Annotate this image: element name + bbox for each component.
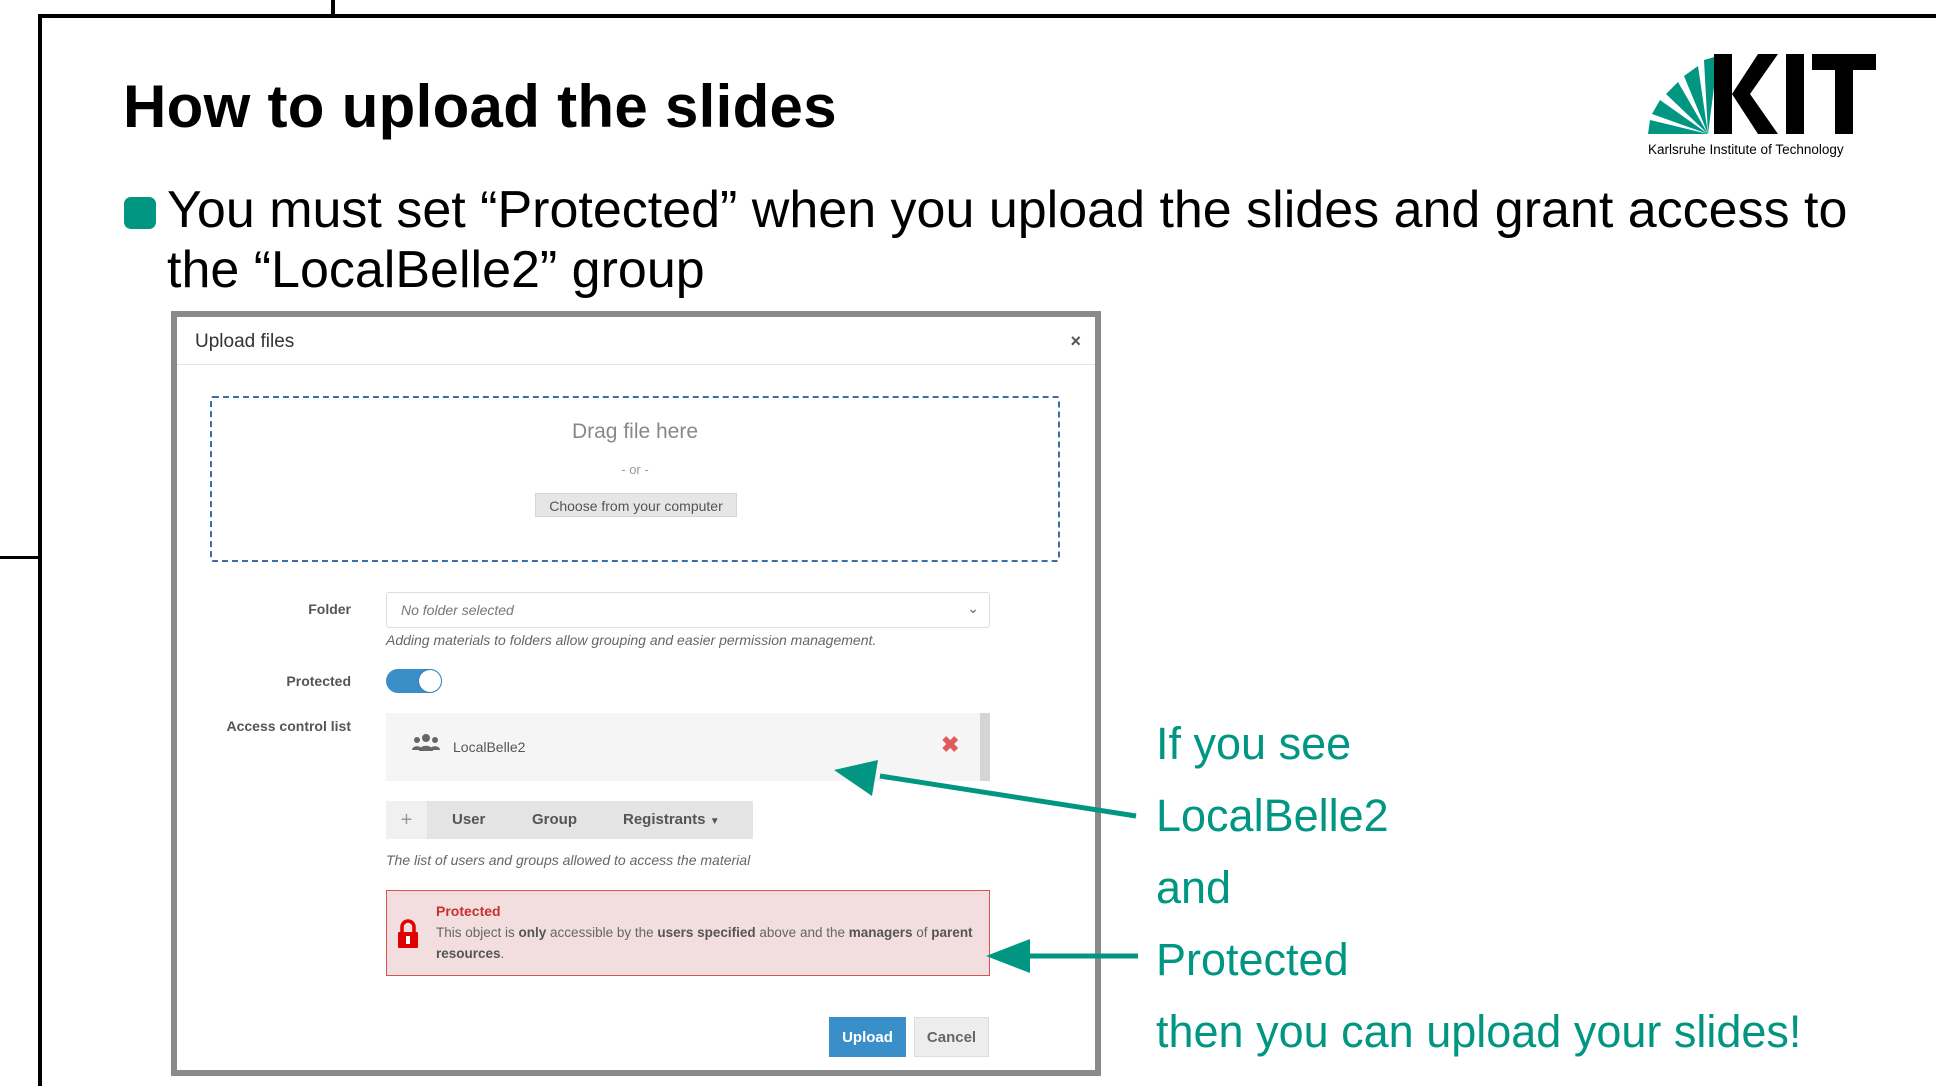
add-group-button[interactable]: Group bbox=[532, 801, 577, 839]
frame-left-line bbox=[38, 14, 42, 1086]
slide-title: How to upload the slides bbox=[123, 73, 837, 140]
dialog-screenshot-frame: Upload files × Drag file here - or - Cho… bbox=[171, 311, 1101, 1076]
dialog-header: Upload files × bbox=[177, 317, 1095, 365]
frame-top-line bbox=[38, 14, 1936, 18]
protected-toggle[interactable] bbox=[386, 669, 442, 693]
acl-help-text: The list of users and groups allowed to … bbox=[386, 852, 751, 868]
folder-select[interactable]: No folder selected ⌄ bbox=[386, 592, 990, 628]
protected-alert: Protected This object is only accessible… bbox=[386, 890, 990, 976]
dropzone-title: Drag file here bbox=[571, 420, 699, 443]
bullet-text: You must set “Protected” when you upload… bbox=[167, 181, 1848, 299]
dialog-title: Upload files bbox=[195, 331, 295, 352]
folder-select-value: No folder selected bbox=[401, 602, 514, 618]
remove-entry-icon[interactable]: ✖ bbox=[941, 732, 959, 758]
add-user-button[interactable]: User bbox=[452, 801, 485, 839]
close-icon[interactable]: × bbox=[1070, 331, 1081, 352]
kit-logo-text: Karlsruhe Institute of Technology bbox=[1648, 142, 1844, 157]
annotation-line-3: and bbox=[1156, 862, 1232, 913]
upload-dialog: Upload files × Drag file here - or - Cho… bbox=[177, 317, 1095, 1070]
group-icon bbox=[412, 733, 440, 753]
acl-add-buttons: + User Group Registrants ▼ bbox=[386, 801, 753, 839]
annotation-line-5: then you can upload your slides! bbox=[1156, 1006, 1802, 1057]
caret-down-icon: ▼ bbox=[709, 816, 720, 827]
acl-list: LocalBelle2 ✖ bbox=[386, 713, 990, 781]
upload-button[interactable]: Upload bbox=[829, 1017, 906, 1057]
protected-label: Protected bbox=[286, 673, 351, 689]
frame-side-line bbox=[0, 556, 40, 559]
add-entry-button[interactable]: + bbox=[386, 801, 427, 839]
folder-label: Folder bbox=[308, 601, 351, 617]
lock-icon bbox=[397, 919, 419, 949]
dropzone-or: - or - bbox=[621, 462, 649, 477]
kit-logo: Karlsruhe Institute of Technology bbox=[1648, 52, 1878, 162]
file-dropzone[interactable]: Drag file here - or - Choose from your c… bbox=[210, 396, 1060, 562]
acl-entry-name: LocalBelle2 bbox=[453, 739, 526, 755]
annotation-line-4: Protected bbox=[1156, 934, 1349, 985]
cancel-button[interactable]: Cancel bbox=[914, 1017, 989, 1057]
toggle-knob bbox=[419, 670, 441, 692]
annotation-line-1: If you see bbox=[1156, 718, 1352, 769]
acl-label: Access control list bbox=[226, 718, 352, 734]
registrants-label: Registrants bbox=[623, 811, 706, 828]
chevron-down-icon: ⌄ bbox=[967, 600, 979, 616]
choose-file-button[interactable]: Choose from your computer bbox=[535, 493, 737, 517]
annotation-line-2: LocalBelle2 bbox=[1156, 790, 1389, 841]
acl-scrollbar[interactable] bbox=[980, 713, 990, 781]
kit-logo-graphic: Karlsruhe Institute of Technology bbox=[1648, 54, 1876, 157]
frame-tab-line bbox=[331, 0, 335, 16]
alert-text: This object is only accessible by the us… bbox=[436, 925, 973, 961]
add-registrants-button[interactable]: Registrants ▼ bbox=[623, 801, 720, 839]
folder-help-text: Adding materials to folders allow groupi… bbox=[386, 632, 877, 648]
alert-title: Protected bbox=[436, 903, 501, 919]
bullet-marker bbox=[124, 197, 156, 229]
